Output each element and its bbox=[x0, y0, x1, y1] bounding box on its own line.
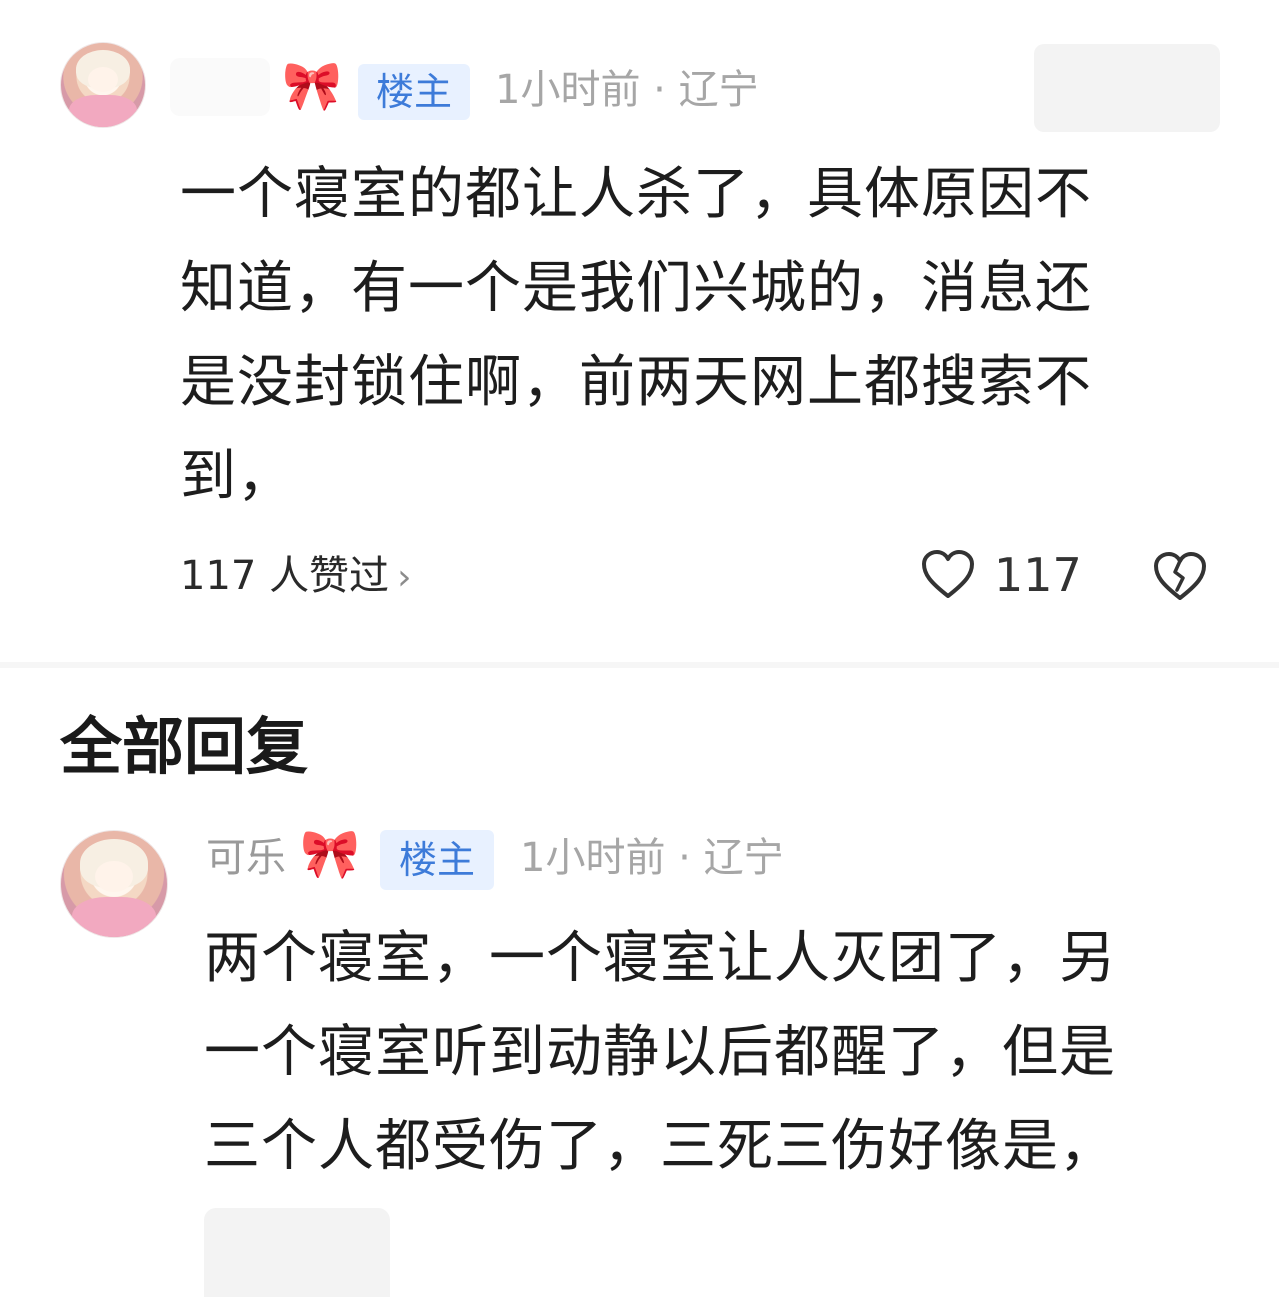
like-button[interactable]: 117 bbox=[920, 548, 1082, 602]
post-content-line: 知道，有一个是我们兴城的，消息还 bbox=[180, 256, 1092, 321]
pink-bow-icon: 🎀 bbox=[300, 826, 360, 882]
like-count: 117 bbox=[994, 548, 1082, 602]
all-replies-heading: 全部回复 bbox=[60, 710, 309, 783]
dislike-button[interactable] bbox=[1152, 550, 1208, 608]
heart-icon bbox=[922, 550, 974, 598]
post-meta: 1小时前 · 辽宁 bbox=[495, 67, 759, 113]
post-author-avatar[interactable] bbox=[60, 42, 146, 128]
reply-meta: 1小时前 · 辽宁 bbox=[520, 835, 784, 881]
post-content-line: 到， bbox=[180, 444, 294, 509]
likers-link[interactable]: 117 人赞过 › bbox=[180, 556, 411, 596]
pink-bow-icon: 🎀 bbox=[282, 58, 342, 114]
op-badge: 楼主 bbox=[380, 830, 494, 890]
post-content: 一个寝室的都让人杀了，具体原因不 知道，有一个是我们兴城的，消息还 是没封锁住啊… bbox=[180, 148, 1240, 524]
post-content-line: 一个寝室的都让人杀了，具体原因不 bbox=[180, 162, 1092, 227]
section-divider bbox=[0, 662, 1279, 668]
reply-author-avatar[interactable] bbox=[60, 830, 168, 938]
chevron-right-icon: › bbox=[397, 557, 412, 598]
reply-content-line: 两个寝室，一个寝室让人灭团了，另 bbox=[204, 926, 1116, 991]
reply-content-line: 一个寝室听到动静以后都醒了，但是 bbox=[204, 1020, 1116, 1085]
op-badge: 楼主 bbox=[358, 64, 470, 120]
post-action-redacted bbox=[1034, 44, 1220, 132]
reply-content: 两个寝室，一个寝室让人灭团了，另 一个寝室听到动静以后都醒了，但是 三个人都受伤… bbox=[204, 912, 1264, 1194]
post-author-name-redacted bbox=[170, 58, 270, 116]
reply-image-redacted bbox=[204, 1208, 390, 1297]
reply-content-line: 三个人都受伤了，三死三伤好像是， bbox=[204, 1114, 1116, 1179]
broken-heart-icon bbox=[1154, 552, 1206, 600]
post-content-line: 是没封锁住啊，前两天网上都搜索不 bbox=[180, 350, 1092, 415]
likers-summary: 117 人赞过 bbox=[180, 553, 390, 599]
reply-author-name[interactable]: 可乐 bbox=[206, 838, 286, 878]
